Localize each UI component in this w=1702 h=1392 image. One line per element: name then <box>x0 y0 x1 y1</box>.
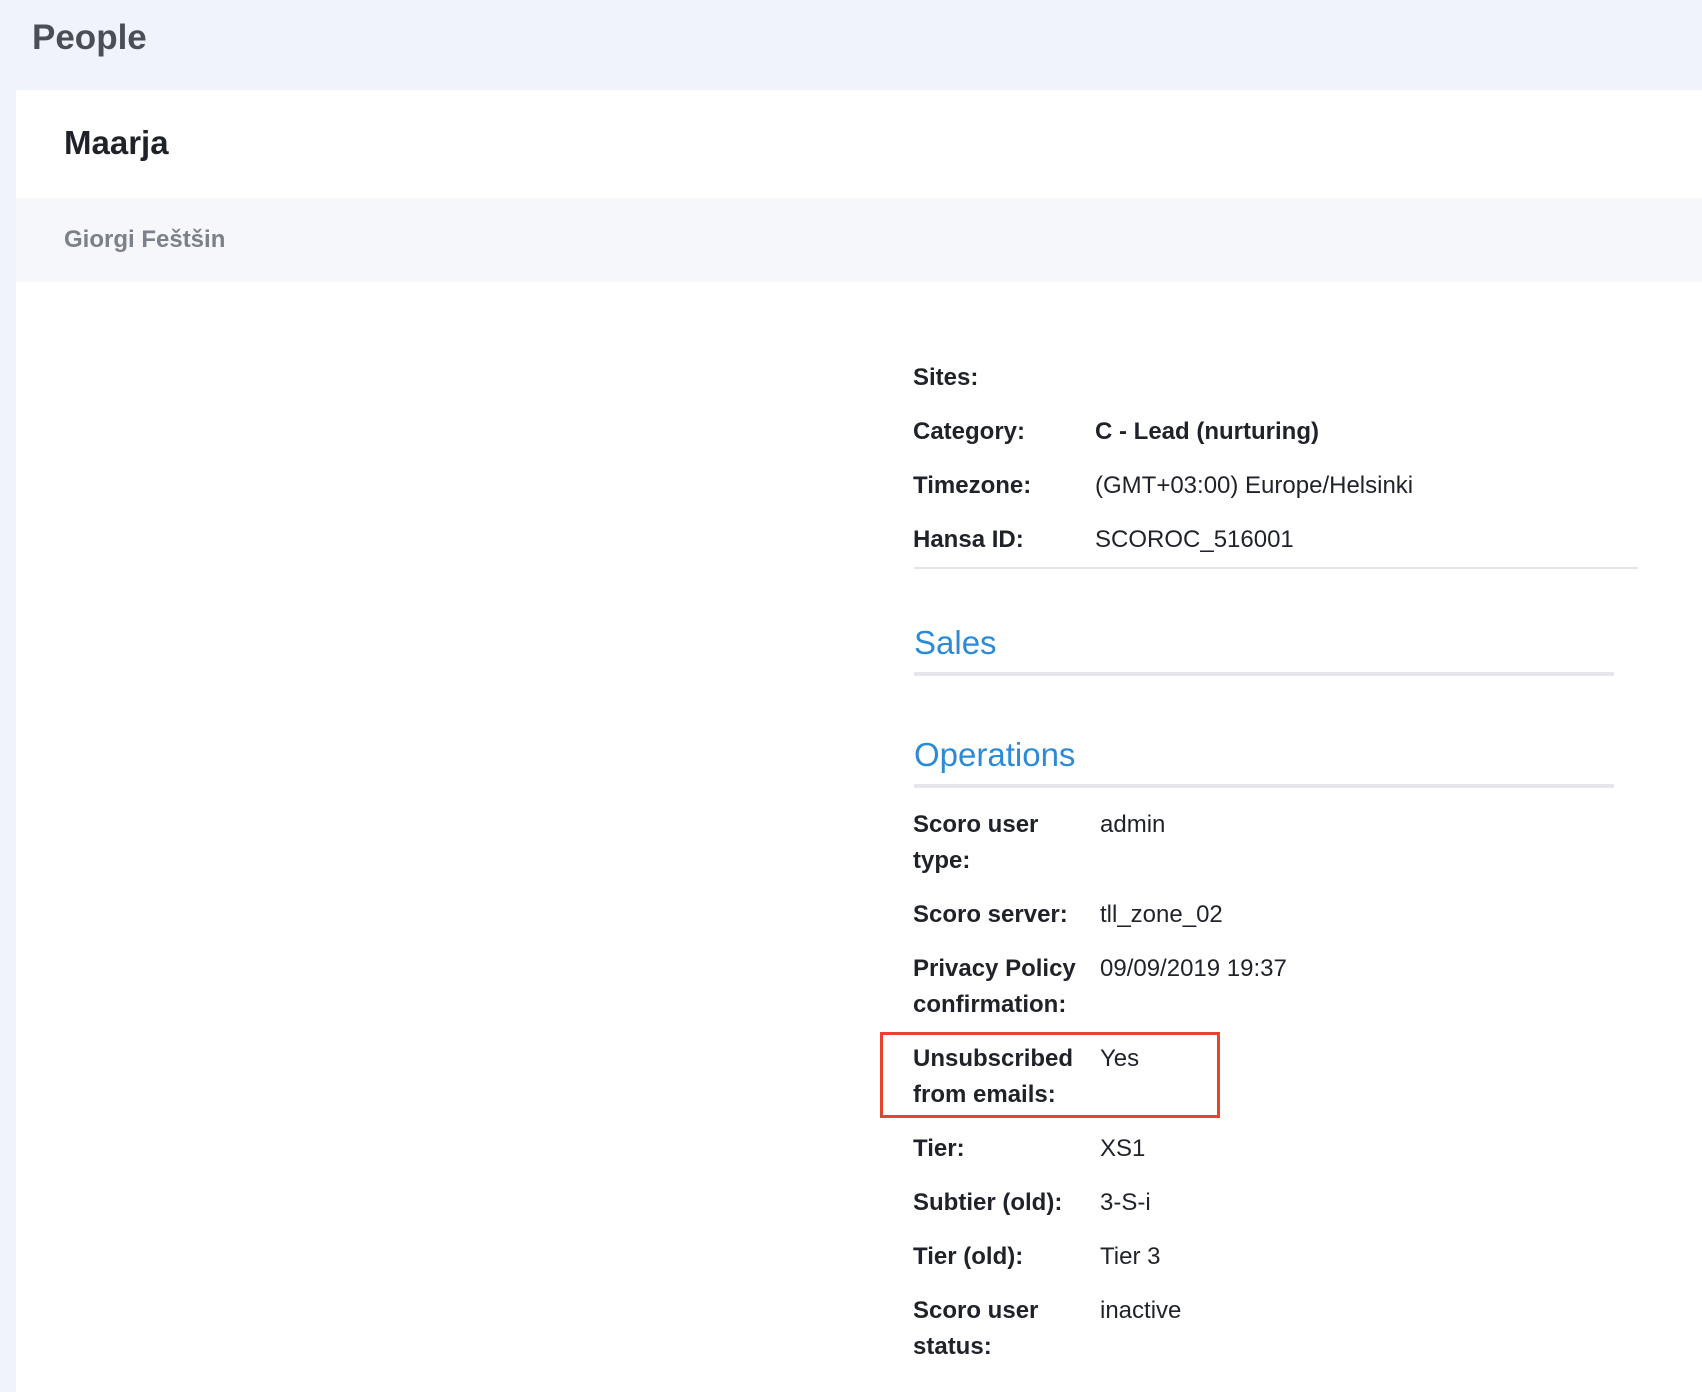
detail-label: Scoro user <box>913 1297 1039 1324</box>
detail-label: Scoro user <box>913 811 1039 838</box>
detail-label: Privacy Policy <box>913 955 1076 982</box>
detail-value: 09/09/2019 19:37 <box>1100 955 1287 982</box>
detail-label: status: <box>913 1333 992 1360</box>
owner-name[interactable]: Giorgi Feštšin <box>64 226 225 254</box>
detail-value: XS1 <box>1100 1135 1146 1162</box>
divider <box>914 567 1638 569</box>
detail-label: Timezone: <box>913 472 1032 499</box>
detail-label: Tier (old): <box>913 1243 1024 1270</box>
detail-label: Sites: <box>913 364 979 391</box>
detail-value: SCOROC_516001 <box>1095 526 1294 553</box>
detail-label: Scoro server: <box>913 901 1068 928</box>
card-title-row: Maarja <box>16 90 1702 198</box>
person-card: Maarja Giorgi Feštšin <box>16 90 1702 1392</box>
page-title: People <box>32 18 147 57</box>
detail-value: C - Lead (nurturing) <box>1095 418 1319 445</box>
detail-value: admin <box>1100 811 1166 838</box>
page-header: People <box>0 0 1702 90</box>
section-sales[interactable]: Sales <box>914 624 997 662</box>
detail-value: 3-S-i <box>1100 1189 1151 1216</box>
detail-label: Category: <box>913 418 1026 445</box>
person-name: Maarja <box>64 124 169 161</box>
detail-value: (GMT+03:00) Europe/Helsinki <box>1095 472 1414 499</box>
detail-label: Hansa ID: <box>913 526 1024 553</box>
section-divider <box>914 784 1614 788</box>
detail-label: confirmation: <box>913 991 1067 1018</box>
detail-value: inactive <box>1100 1297 1182 1324</box>
detail-value: Tier 3 <box>1100 1243 1161 1270</box>
section-operations[interactable]: Operations <box>914 736 1075 774</box>
owner-bar: Giorgi Feštšin <box>16 198 1702 282</box>
detail-label: Tier: <box>913 1135 965 1162</box>
detail-label: Subtier (old): <box>913 1189 1063 1216</box>
detail-label: type: <box>913 847 971 874</box>
section-divider <box>914 672 1614 676</box>
detail-value: tll_zone_02 <box>1100 901 1223 928</box>
highlight-annotation-box <box>880 1032 1220 1118</box>
